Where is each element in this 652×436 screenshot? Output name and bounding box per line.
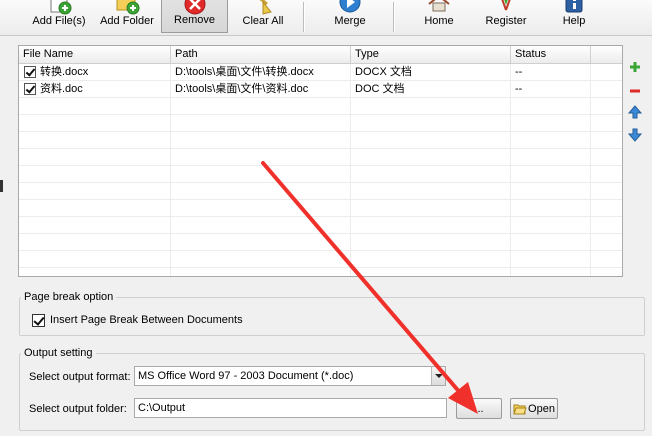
column-header-path[interactable]: Path — [171, 46, 351, 64]
cell-status: -- — [515, 66, 523, 78]
output-folder-value: C:\Output — [138, 402, 186, 414]
folder-open-icon — [513, 404, 527, 414]
page-break-checkbox[interactable] — [32, 314, 45, 327]
column-header-type[interactable]: Type — [351, 46, 511, 64]
add-file-icon — [50, 0, 72, 15]
plus-icon[interactable] — [628, 60, 642, 74]
browse-label: ... — [474, 402, 484, 415]
add-files-label: Add File(s) — [32, 15, 86, 27]
add-folder-icon — [116, 0, 140, 15]
file-list-header: File Name Path Type Status — [19, 46, 622, 64]
empty-row — [19, 200, 622, 217]
open-label: Open — [528, 402, 555, 415]
empty-row — [19, 251, 622, 268]
cell-type: DOCX 文档 — [355, 66, 412, 78]
cell-status: -- — [515, 83, 523, 95]
column-header-file-name[interactable]: File Name — [19, 46, 171, 64]
cell-type: DOC 文档 — [355, 83, 405, 95]
toolbar: Add File(s) Add Folder Remove Clear All … — [0, 0, 652, 36]
remove-icon — [184, 0, 206, 15]
register-icon — [501, 0, 511, 11]
output-folder-input[interactable]: C:\Output — [134, 398, 447, 418]
add-folder-label: Add Folder — [100, 15, 154, 27]
clear-all-button[interactable]: Clear All — [236, 0, 290, 33]
empty-row — [19, 234, 622, 251]
merge-label: Merge — [334, 15, 366, 27]
clear-all-label: Clear All — [242, 15, 284, 27]
output-setting-group-title: Output setting — [21, 347, 96, 360]
empty-row — [19, 98, 622, 115]
cell-file-name: 转换.docx — [40, 66, 89, 78]
toolbar-separator — [393, 2, 394, 32]
add-files-button[interactable]: Add File(s) — [30, 0, 88, 33]
arrow-up-icon[interactable] — [628, 105, 642, 119]
file-list[interactable]: File Name Path Type Status 转换.docx D:\to… — [18, 45, 623, 277]
output-format-value: MS Office Word 97 - 2003 Document (*.doc… — [138, 370, 354, 382]
home-button[interactable]: Home — [413, 0, 465, 33]
output-folder-label: Select output folder: — [29, 403, 127, 415]
cell-path: D:\tools\桌面\文件\转换.docx — [175, 66, 314, 78]
home-icon — [428, 0, 450, 12]
open-button[interactable]: Open — [510, 398, 558, 419]
browse-button[interactable]: ... — [456, 398, 502, 419]
merge-button[interactable]: Merge — [323, 0, 377, 33]
register-button[interactable]: Register — [478, 0, 534, 33]
help-label: Help — [562, 15, 586, 27]
remove-button[interactable]: Remove — [161, 0, 228, 33]
add-folder-button[interactable]: Add Folder — [97, 0, 157, 33]
broom-icon — [259, 0, 272, 15]
page-break-group-title: Page break option — [21, 291, 117, 304]
row-checkbox[interactable] — [24, 66, 36, 78]
table-row[interactable]: 资料.doc D:\tools\桌面\文件\资料.doc DOC 文档 -- — [19, 81, 622, 98]
empty-row — [19, 183, 622, 200]
column-header-status[interactable]: Status — [511, 46, 591, 64]
toolbar-separator — [303, 2, 304, 32]
file-list-body: 转换.docx D:\tools\桌面\文件\转换.docx DOCX 文档 -… — [19, 64, 622, 276]
register-label: Register — [485, 15, 527, 27]
window-edge-marker — [0, 180, 3, 192]
help-icon — [565, 0, 583, 13]
arrow-down-icon[interactable] — [628, 128, 642, 142]
empty-row — [19, 132, 622, 149]
minus-icon[interactable] — [628, 84, 642, 98]
empty-row — [19, 166, 622, 183]
output-format-select[interactable]: MS Office Word 97 - 2003 Document (*.doc… — [134, 366, 446, 386]
table-row[interactable]: 转换.docx D:\tools\桌面\文件\转换.docx DOCX 文档 -… — [19, 64, 622, 81]
help-button[interactable]: Help — [552, 0, 596, 33]
row-checkbox[interactable] — [24, 83, 36, 95]
cell-path: D:\tools\桌面\文件\资料.doc — [175, 83, 309, 95]
cell-file-name: 资料.doc — [40, 83, 83, 95]
empty-row — [19, 149, 622, 166]
home-label: Home — [424, 15, 454, 27]
empty-row — [19, 217, 622, 234]
output-format-label: Select output format: — [29, 371, 131, 383]
page-break-checkbox-label[interactable]: Insert Page Break Between Documents — [50, 314, 243, 327]
empty-row — [19, 115, 622, 132]
merge-icon — [339, 0, 361, 13]
output-setting-group — [19, 353, 645, 431]
chevron-down-icon[interactable] — [431, 367, 445, 385]
